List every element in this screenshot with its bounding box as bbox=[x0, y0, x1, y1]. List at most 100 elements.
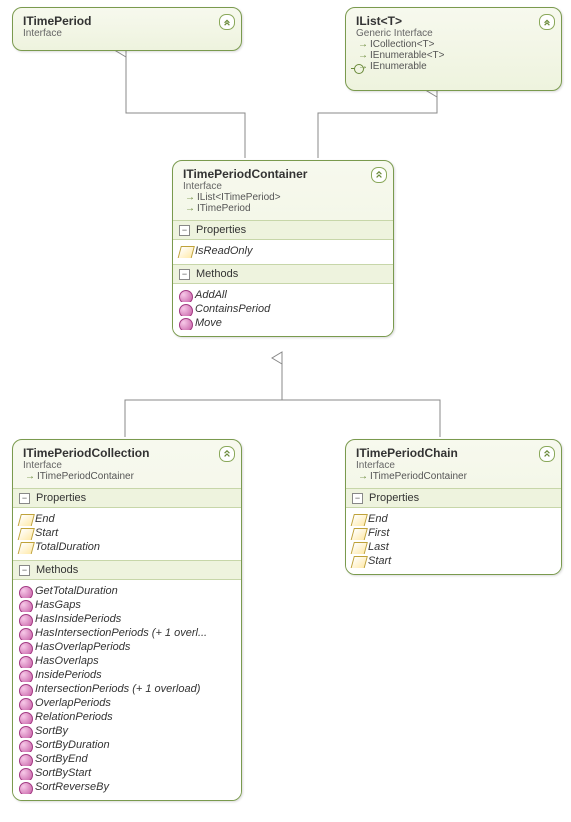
property-icon bbox=[350, 514, 368, 526]
property-item: Last bbox=[350, 540, 557, 554]
minus-icon: − bbox=[19, 565, 30, 576]
class-itimeperiod[interactable]: ITimePeriod Interface bbox=[12, 7, 242, 51]
class-header: ITimePeriod Interface bbox=[13, 8, 241, 45]
method-item: SortBy bbox=[17, 724, 237, 738]
class-header: ITimePeriodCollection Interface →ITimePe… bbox=[13, 440, 241, 488]
method-icon bbox=[19, 600, 33, 612]
properties-list: End Start TotalDuration bbox=[13, 508, 241, 560]
section-properties[interactable]: −Properties bbox=[173, 220, 393, 240]
collapse-toggle[interactable] bbox=[371, 167, 387, 183]
method-item: GetTotalDuration bbox=[17, 584, 237, 598]
class-stereotype: Interface bbox=[356, 460, 553, 471]
property-icon bbox=[350, 528, 368, 540]
inherits-line: →IEnumerable<T> bbox=[356, 50, 553, 61]
method-icon bbox=[19, 712, 33, 724]
property-item: End bbox=[350, 512, 557, 526]
inherits-line: →ITimePeriodContainer bbox=[356, 471, 553, 482]
method-icon bbox=[19, 698, 33, 710]
class-stereotype: Interface bbox=[183, 181, 385, 192]
method-item: HasOverlapPeriods bbox=[17, 640, 237, 654]
properties-list: End First Last Start bbox=[346, 508, 561, 574]
method-item: HasIntersectionPeriods (+ 1 overl... bbox=[17, 626, 237, 640]
inherits-line: →ICollection<T> bbox=[356, 39, 553, 50]
method-icon bbox=[19, 782, 33, 794]
class-header: ITimePeriodContainer Interface →IList<IT… bbox=[173, 161, 393, 220]
method-icon bbox=[19, 586, 33, 598]
class-stereotype: Interface bbox=[23, 28, 233, 39]
class-ilist[interactable]: IList<T> Generic Interface →ICollection<… bbox=[345, 7, 562, 91]
property-item: First bbox=[350, 526, 557, 540]
method-icon bbox=[19, 628, 33, 640]
class-title: ITimePeriodContainer bbox=[183, 167, 385, 181]
method-icon bbox=[19, 740, 33, 752]
method-icon bbox=[19, 754, 33, 766]
inherits-line: →ITimePeriod bbox=[183, 203, 385, 214]
minus-icon: − bbox=[179, 225, 190, 236]
method-icon bbox=[19, 642, 33, 654]
method-item: AddAll bbox=[177, 288, 389, 302]
minus-icon: − bbox=[352, 493, 363, 504]
properties-list: IsReadOnly bbox=[173, 240, 393, 264]
method-icon bbox=[19, 684, 33, 696]
class-title: ITimePeriod bbox=[23, 14, 233, 28]
method-item: SortByDuration bbox=[17, 738, 237, 752]
expand-toggle[interactable] bbox=[539, 14, 555, 30]
method-icon bbox=[19, 614, 33, 626]
method-icon bbox=[179, 304, 193, 316]
inherits-line: →ITimePeriodContainer bbox=[23, 471, 233, 482]
class-itimeperiodchain[interactable]: ITimePeriodChain Interface →ITimePeriodC… bbox=[345, 439, 562, 575]
class-stereotype: Interface bbox=[23, 460, 233, 471]
minus-icon: − bbox=[19, 493, 30, 504]
method-item: HasGaps bbox=[17, 598, 237, 612]
property-icon bbox=[17, 528, 35, 540]
lollipop-icon bbox=[354, 64, 364, 74]
minus-icon: − bbox=[179, 269, 190, 280]
property-item: Start bbox=[350, 554, 557, 568]
class-itimeperiodcollection[interactable]: ITimePeriodCollection Interface →ITimePe… bbox=[12, 439, 242, 801]
method-item: SortReverseBy bbox=[17, 780, 237, 794]
class-stereotype: Generic Interface bbox=[356, 28, 553, 39]
property-icon bbox=[350, 542, 368, 554]
class-itimeperiodcontainer[interactable]: ITimePeriodContainer Interface →IList<IT… bbox=[172, 160, 394, 337]
property-item: IsReadOnly bbox=[177, 244, 389, 258]
method-item: RelationPeriods bbox=[17, 710, 237, 724]
class-title: ITimePeriodChain bbox=[356, 446, 553, 460]
method-icon bbox=[19, 768, 33, 780]
expand-toggle[interactable] bbox=[219, 14, 235, 30]
method-item: HasOverlaps bbox=[17, 654, 237, 668]
section-properties[interactable]: −Properties bbox=[346, 488, 561, 508]
method-item: SortByEnd bbox=[17, 752, 237, 766]
collapse-toggle[interactable] bbox=[219, 446, 235, 462]
property-icon bbox=[17, 542, 35, 554]
method-icon bbox=[179, 318, 193, 330]
property-icon bbox=[177, 246, 195, 258]
method-icon bbox=[19, 726, 33, 738]
section-methods[interactable]: −Methods bbox=[173, 264, 393, 284]
section-properties[interactable]: −Properties bbox=[13, 488, 241, 508]
section-methods[interactable]: −Methods bbox=[13, 560, 241, 580]
method-item: Move bbox=[177, 316, 389, 330]
methods-list: GetTotalDuration HasGaps HasInsidePeriod… bbox=[13, 580, 241, 800]
class-header: IList<T> Generic Interface →ICollection<… bbox=[346, 8, 561, 78]
method-icon bbox=[179, 290, 193, 302]
method-item: IntersectionPeriods (+ 1 overload) bbox=[17, 682, 237, 696]
property-item: End bbox=[17, 512, 237, 526]
collapse-toggle[interactable] bbox=[539, 446, 555, 462]
method-icon bbox=[19, 670, 33, 682]
method-icon bbox=[19, 656, 33, 668]
class-title: ITimePeriodCollection bbox=[23, 446, 233, 460]
property-icon bbox=[350, 556, 368, 568]
property-item: TotalDuration bbox=[17, 540, 237, 554]
method-item: HasInsidePeriods bbox=[17, 612, 237, 626]
method-item: InsidePeriods bbox=[17, 668, 237, 682]
property-icon bbox=[17, 514, 35, 526]
method-item: SortByStart bbox=[17, 766, 237, 780]
inherits-line: →IList<ITimePeriod> bbox=[183, 192, 385, 203]
class-title: IList<T> bbox=[356, 14, 553, 28]
property-item: Start bbox=[17, 526, 237, 540]
method-item: ContainsPeriod bbox=[177, 302, 389, 316]
inherits-line: →IEnumerable bbox=[356, 61, 553, 72]
class-header: ITimePeriodChain Interface →ITimePeriodC… bbox=[346, 440, 561, 488]
methods-list: AddAll ContainsPeriod Move bbox=[173, 284, 393, 336]
method-item: OverlapPeriods bbox=[17, 696, 237, 710]
